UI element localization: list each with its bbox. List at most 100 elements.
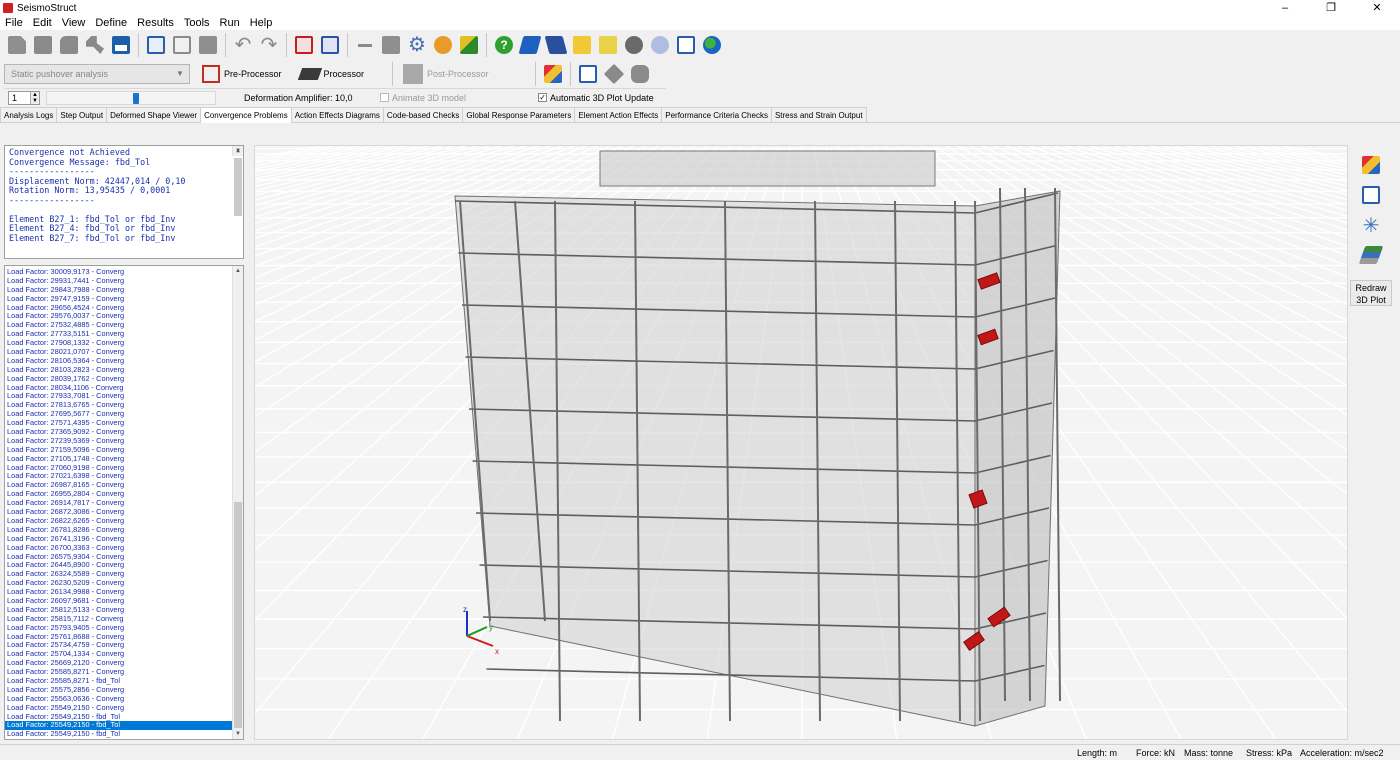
animate-checkbox[interactable]: Animate 3D model bbox=[380, 93, 466, 103]
log-scrollbar[interactable]: ▲ ▼ bbox=[232, 266, 243, 739]
window-title: SeismoStruct bbox=[17, 2, 77, 14]
title-bar: SeismoStruct – ❐ ✕ bbox=[0, 0, 1400, 16]
step-slider[interactable] bbox=[46, 90, 216, 105]
brush-button[interactable] bbox=[457, 33, 481, 57]
minimize-button[interactable]: – bbox=[1262, 0, 1308, 16]
brush-icon bbox=[460, 36, 478, 54]
manual-button[interactable] bbox=[518, 33, 542, 57]
deformation-amplifier-label[interactable]: Deformation Amplifier: 10,0 bbox=[244, 93, 374, 103]
deformed-view-button[interactable] bbox=[318, 33, 342, 57]
maximize-button[interactable]: ❐ bbox=[1308, 0, 1354, 16]
forum-button[interactable] bbox=[648, 33, 672, 57]
books-icon bbox=[544, 36, 568, 54]
convergence-message-box[interactable]: Convergence not Achieved Convergence Mes… bbox=[4, 145, 244, 259]
examples-button[interactable] bbox=[544, 33, 568, 57]
scrollbar-thumb[interactable] bbox=[234, 502, 242, 728]
shapes-button[interactable] bbox=[541, 62, 565, 86]
diamond-button[interactable] bbox=[602, 62, 626, 86]
shapes-icon bbox=[543, 65, 562, 83]
notes-button[interactable] bbox=[570, 33, 594, 57]
new-file-button[interactable] bbox=[5, 33, 29, 57]
toolbar-separator bbox=[486, 33, 487, 57]
plot-checks-button[interactable] bbox=[1350, 180, 1392, 210]
axis-y-label: y bbox=[489, 623, 493, 632]
connectivity-button[interactable] bbox=[353, 33, 377, 57]
scroll-down-icon[interactable]: ▼ bbox=[233, 729, 243, 739]
element-button[interactable] bbox=[379, 33, 403, 57]
settings-button[interactable]: ⚙ bbox=[405, 33, 429, 57]
menu-define[interactable]: Define bbox=[90, 17, 132, 29]
diamond-icon bbox=[603, 63, 624, 85]
menu-edit[interactable]: Edit bbox=[28, 17, 57, 29]
load-factor-log-list[interactable]: Load Factor: 30009,9173 - Converg Load Fa… bbox=[4, 265, 244, 740]
tab-step-output[interactable]: Step Output bbox=[56, 107, 108, 122]
slider-thumb[interactable] bbox=[133, 92, 139, 104]
scrollbar-thumb[interactable] bbox=[234, 158, 242, 216]
tab-convergence-problems[interactable]: Convergence Problems bbox=[200, 107, 292, 123]
tab-deformed-shape-viewer[interactable]: Deformed Shape Viewer bbox=[106, 107, 202, 122]
analysis-type-select[interactable]: Static pushover analysis ▼ bbox=[4, 64, 190, 84]
undo-button[interactable]: ↶ bbox=[231, 33, 255, 57]
tab-analysis-logs[interactable]: Analysis Logs bbox=[0, 107, 58, 122]
tab-action-effects-diagrams[interactable]: Action Effects Diagrams bbox=[290, 107, 384, 122]
open-button[interactable] bbox=[31, 33, 55, 57]
model-3d-viewport[interactable]: z x y bbox=[254, 145, 1348, 740]
model-view-button[interactable] bbox=[292, 33, 316, 57]
auto-update-checkbox[interactable]: ✓ Automatic 3D Plot Update bbox=[538, 93, 654, 103]
copy-icon bbox=[173, 36, 191, 54]
status-bar: Length: m Force: kN Mass: tonne Stress: … bbox=[0, 744, 1400, 760]
model-3d-canvas: z x y bbox=[255, 146, 1347, 739]
preprocessor-button[interactable]: Pre-Processor bbox=[196, 63, 288, 85]
menu-view[interactable]: View bbox=[57, 17, 91, 29]
edit-button[interactable] bbox=[674, 33, 698, 57]
preprocessor-icon bbox=[202, 65, 220, 83]
menu-run[interactable]: Run bbox=[215, 17, 245, 29]
square-icon bbox=[382, 36, 400, 54]
step-spinner[interactable]: 1 ▲ ▼ bbox=[8, 90, 40, 105]
input-file-button[interactable] bbox=[144, 33, 168, 57]
check-icon[interactable]: ✓ bbox=[538, 93, 548, 102]
videos-button[interactable] bbox=[622, 33, 646, 57]
animate-checkbox-box[interactable] bbox=[380, 93, 389, 102]
copy-button[interactable] bbox=[170, 33, 194, 57]
chat-icon bbox=[651, 36, 669, 54]
message-scrollbar[interactable]: ▲ ▼ bbox=[232, 146, 243, 216]
menu-help[interactable]: Help bbox=[245, 17, 278, 29]
tab-performance-criteria-checks[interactable]: Performance Criteria Checks bbox=[661, 107, 772, 122]
menu-file[interactable]: File bbox=[0, 17, 28, 29]
layers-button[interactable] bbox=[1350, 240, 1392, 270]
redraw-3d-plot-button[interactable]: Redraw 3D Plot bbox=[1350, 280, 1392, 306]
axes-button[interactable]: ✳ bbox=[1350, 210, 1392, 240]
menu-tools[interactable]: Tools bbox=[179, 17, 215, 29]
project-settings-button[interactable] bbox=[431, 33, 455, 57]
redo-button[interactable]: ↷ bbox=[257, 33, 281, 57]
plot-options-button[interactable] bbox=[1350, 150, 1392, 180]
wizard-button[interactable] bbox=[83, 33, 107, 57]
analysis-type-value: Static pushover analysis bbox=[11, 69, 109, 79]
gallery-button[interactable] bbox=[628, 62, 652, 86]
checklist-button[interactable] bbox=[576, 62, 600, 86]
scroll-down-icon[interactable]: ▼ bbox=[233, 146, 243, 156]
step-value: 1 bbox=[12, 92, 18, 103]
tab-code-based-checks[interactable]: Code-based Checks bbox=[382, 107, 464, 122]
chevron-down-icon[interactable]: ▼ bbox=[173, 67, 187, 81]
tab-element-action-effects[interactable]: Element Action Effects bbox=[574, 107, 663, 122]
postprocessor-button[interactable]: Post-Processor bbox=[397, 63, 495, 85]
menu-results[interactable]: Results bbox=[132, 17, 179, 29]
folders-icon bbox=[599, 36, 617, 54]
web-button[interactable] bbox=[700, 33, 724, 57]
close-button[interactable]: ✕ bbox=[1354, 0, 1400, 16]
template-button[interactable] bbox=[57, 33, 81, 57]
spinner-arrows-icon[interactable]: ▲ ▼ bbox=[30, 91, 39, 104]
paste-button[interactable] bbox=[196, 33, 220, 57]
undo-icon: ↶ bbox=[234, 34, 252, 56]
help-button[interactable]: ? bbox=[492, 33, 516, 57]
tab-stress-strain-output[interactable]: Stress and Strain Output bbox=[770, 107, 867, 122]
processor-button[interactable]: Processor bbox=[294, 63, 371, 85]
status-length: Length: m bbox=[1077, 748, 1118, 758]
tab-global-response-parameters[interactable]: Global Response Parameters bbox=[462, 107, 576, 122]
save-button[interactable] bbox=[109, 33, 133, 57]
log-row[interactable]: Load Factor: 25549,2150 - fbd_Tol bbox=[5, 729, 233, 739]
papers-button[interactable] bbox=[596, 33, 620, 57]
scroll-up-icon[interactable]: ▲ bbox=[233, 266, 243, 276]
